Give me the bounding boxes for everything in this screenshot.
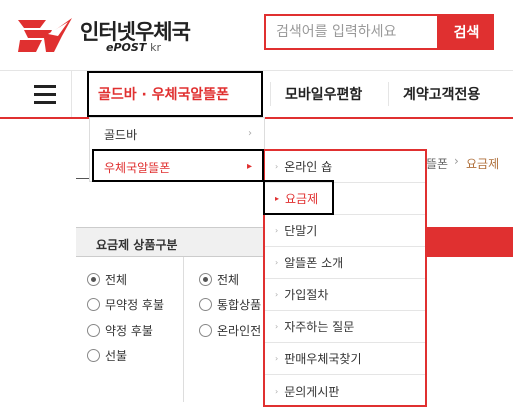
breadcrumb-separator: ›: [454, 154, 459, 168]
submenu-label: 골드바: [104, 127, 138, 142]
submenu-label: 문의게시판: [284, 384, 340, 399]
radio-icon: [87, 323, 100, 337]
radio-icon: [87, 297, 100, 311]
submenu-inquiry-board[interactable]: › 문의게시판: [265, 375, 425, 407]
radio-icon: [87, 348, 100, 362]
epost-logo[interactable]: 인터넷우체국 ePOST kr: [18, 14, 208, 56]
search-box: [264, 14, 439, 50]
breadcrumb-parent[interactable]: 뜰폰: [426, 155, 448, 172]
radio-icon: [199, 323, 212, 337]
filter-contract-radio[interactable]: 약정 후불: [87, 321, 153, 339]
gnb-separator: [270, 82, 271, 106]
menu-icon[interactable]: [18, 71, 72, 117]
submenu-rate-plan[interactable]: ▸ 요금제: [265, 183, 425, 215]
gnb-mobile-mailbox[interactable]: 모바일우편함: [285, 71, 362, 117]
submenu-label: 자주하는 질문: [284, 320, 355, 334]
logo-sub-kr: kr: [150, 41, 162, 54]
submenu-goldbar[interactable]: 골드바 ›: [90, 118, 264, 150]
submenu-label: 온라인 숍: [284, 160, 333, 174]
gnb-separator: [388, 82, 389, 106]
breadcrumb-current: 요금제: [466, 157, 500, 171]
submenu-label: 단말기: [284, 224, 318, 238]
bullet-icon: ›: [275, 162, 279, 171]
logo-sub-epost: ePOST: [106, 41, 147, 54]
radio-label: 온라인전: [217, 323, 262, 338]
bullet-icon: ›: [275, 226, 279, 235]
bullet-icon: ›: [275, 386, 279, 396]
plan-banner: [426, 227, 513, 257]
logo-subtitle: ePOST kr: [106, 41, 161, 54]
radio-label: 선불: [105, 348, 128, 363]
radio-label: 통합상품: [217, 297, 262, 312]
filter2-bundle-radio[interactable]: 통합상품: [199, 295, 261, 313]
submenu-label: 판매우체국찾기: [284, 352, 362, 366]
submenu-faq[interactable]: › 자주하는 질문: [265, 311, 425, 343]
submenu-label: 가입절차: [284, 288, 329, 302]
submenu-signup-steps[interactable]: › 가입절차: [265, 279, 425, 311]
bullet-icon: ›: [275, 354, 279, 363]
submenu-mvno[interactable]: 우체국알뜰폰 ▸: [90, 151, 264, 183]
bullet-icon: ›: [275, 258, 279, 267]
triangle-right-icon: ▸: [246, 161, 252, 172]
radio-label: 전체: [217, 272, 240, 287]
bullet-icon: ›: [275, 322, 279, 331]
filter-no-contract-radio[interactable]: 무약정 후불: [87, 295, 164, 313]
submenu-online-shop[interactable]: › 온라인 숍: [265, 151, 425, 183]
filter2-online-radio[interactable]: 온라인전: [199, 321, 261, 339]
submenu-level1: 골드바 › 우체국알뜰폰 ▸: [89, 117, 265, 182]
epost-logo-icon: [18, 18, 72, 52]
radio-icon: [199, 297, 212, 311]
submenu-label: 우체국알뜰폰: [104, 160, 171, 175]
submenu-device[interactable]: › 단말기: [265, 215, 425, 247]
filter-prepaid-radio[interactable]: 선불: [87, 346, 127, 364]
search-input[interactable]: [266, 16, 437, 48]
filter-all-radio[interactable]: 전체: [87, 270, 127, 288]
submenu-mvno-intro[interactable]: › 알뜰폰 소개: [265, 247, 425, 279]
bullet-icon: ▸: [275, 194, 280, 203]
radio-checked-icon: [199, 272, 212, 286]
filter-title: 요금제 상품구분: [96, 238, 178, 252]
radio-label: 무약정 후불: [105, 297, 165, 312]
submenu-level2: › 온라인 숍 ▸ 요금제 › 단말기 › 알뜰폰 소개 › 가입절차 › 자주하는 질문 …: [263, 149, 427, 407]
search-button[interactable]: 검색: [439, 14, 494, 50]
filter-column-divider: [183, 257, 184, 402]
submenu-label: 요금제: [285, 192, 319, 206]
radio-label: 전체: [105, 272, 128, 287]
submenu-label: 알뜰폰 소개: [284, 256, 344, 270]
chevron-right-icon: ›: [248, 128, 252, 139]
gnb-goldbar-mvno[interactable]: 골드바 · 우체국알뜰폰: [98, 71, 229, 117]
radio-label: 약정 후불: [105, 323, 153, 338]
submenu-find-post-office[interactable]: › 판매우체국찾기: [265, 343, 425, 375]
bullet-icon: ›: [275, 290, 279, 299]
radio-checked-icon: [87, 272, 100, 286]
filter2-all-radio[interactable]: 전체: [199, 270, 239, 288]
gnb-contract-customer[interactable]: 계약고객전용: [403, 71, 480, 117]
